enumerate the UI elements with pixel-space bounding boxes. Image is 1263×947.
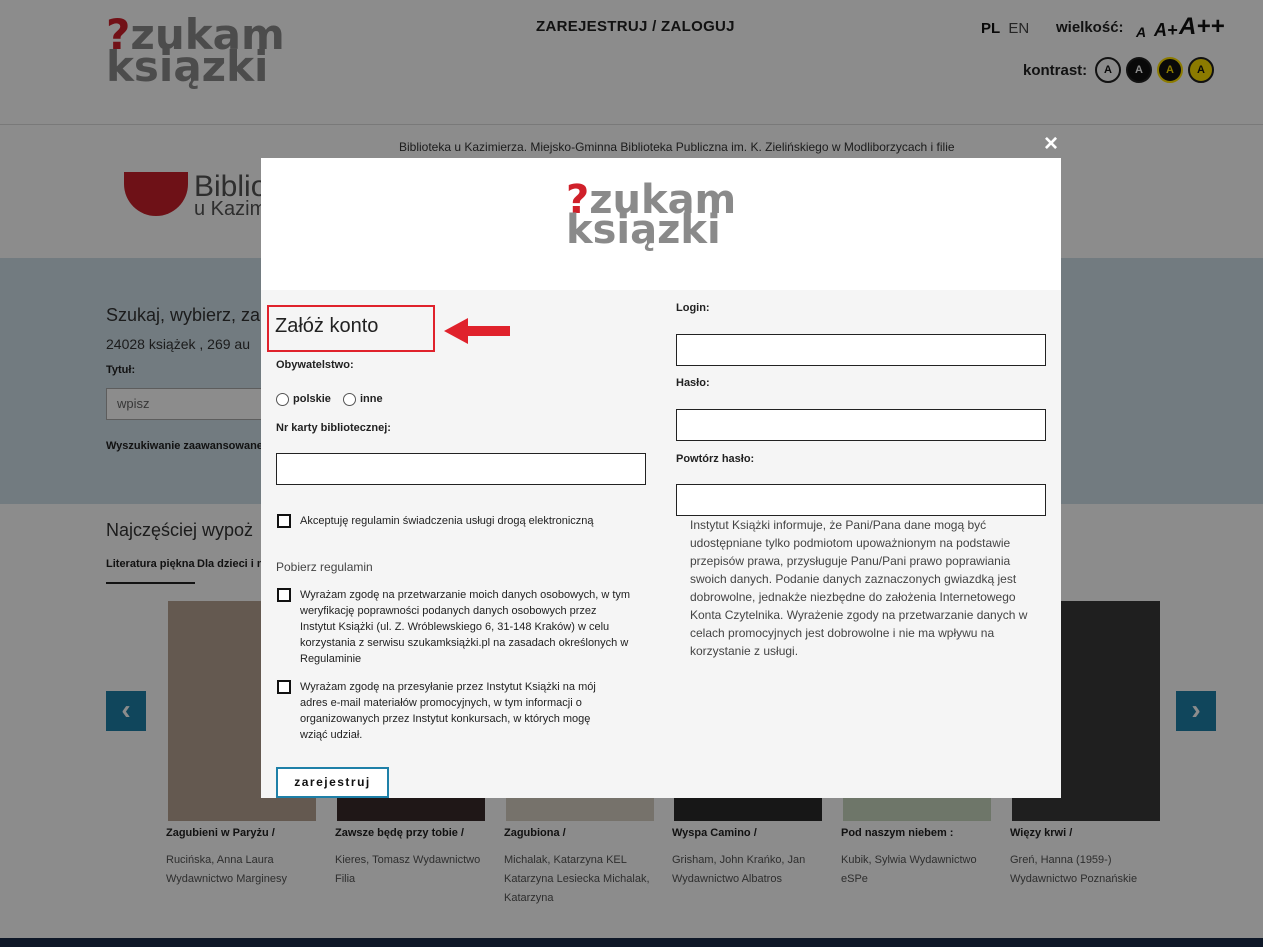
accept-terms-checkbox[interactable] [277,514,291,528]
download-terms-link[interactable]: Pobierz regulamin [276,560,373,574]
password-label: Hasło: [676,377,710,389]
consent-marketing-label[interactable]: Wyrażam zgodę na przesyłanie przez Insty… [300,679,620,743]
repeat-password-input[interactable] [676,484,1046,516]
citizenship-polish-label[interactable]: polskie [293,393,331,405]
red-arrow-icon [444,318,510,344]
citizenship-label: Obywatelstwo: [276,359,354,371]
card-number-label: Nr karty bibliotecznej: [276,422,391,434]
modal-header: ?zukam ksiązki [261,158,1061,290]
consent-marketing-checkbox[interactable] [277,680,291,694]
modal-logo-word-2: ksiązki [566,207,721,253]
password-input[interactable] [676,409,1046,441]
register-submit-button[interactable]: zarejestruj [276,767,389,798]
repeat-password-label: Powtórz hasło: [676,453,755,465]
card-number-input[interactable] [276,453,646,485]
form-title: Załóż konto [275,315,379,337]
accept-terms-label[interactable]: Akceptuję regulamin świadczenia usługi d… [300,513,650,529]
consent-processing-checkbox[interactable] [277,588,291,602]
consent-processing-label[interactable]: Wyrażam zgodę na przetwarzanie moich dan… [300,587,635,667]
citizenship-other-label[interactable]: inne [360,393,383,405]
privacy-info-text: Instytut Książki informuje, że Pani/Pana… [690,518,1028,658]
register-modal: ?zukam ksiązki Załóż konto Obywatelstwo:… [261,158,1061,798]
modal-logo: ?zukam ksiązki [566,180,736,250]
citizenship-other-radio[interactable] [343,393,356,406]
citizenship-polish-radio[interactable] [276,393,289,406]
login-input[interactable] [676,334,1046,366]
login-label: Login: [676,302,710,314]
close-modal-icon[interactable]: × [1044,130,1058,158]
